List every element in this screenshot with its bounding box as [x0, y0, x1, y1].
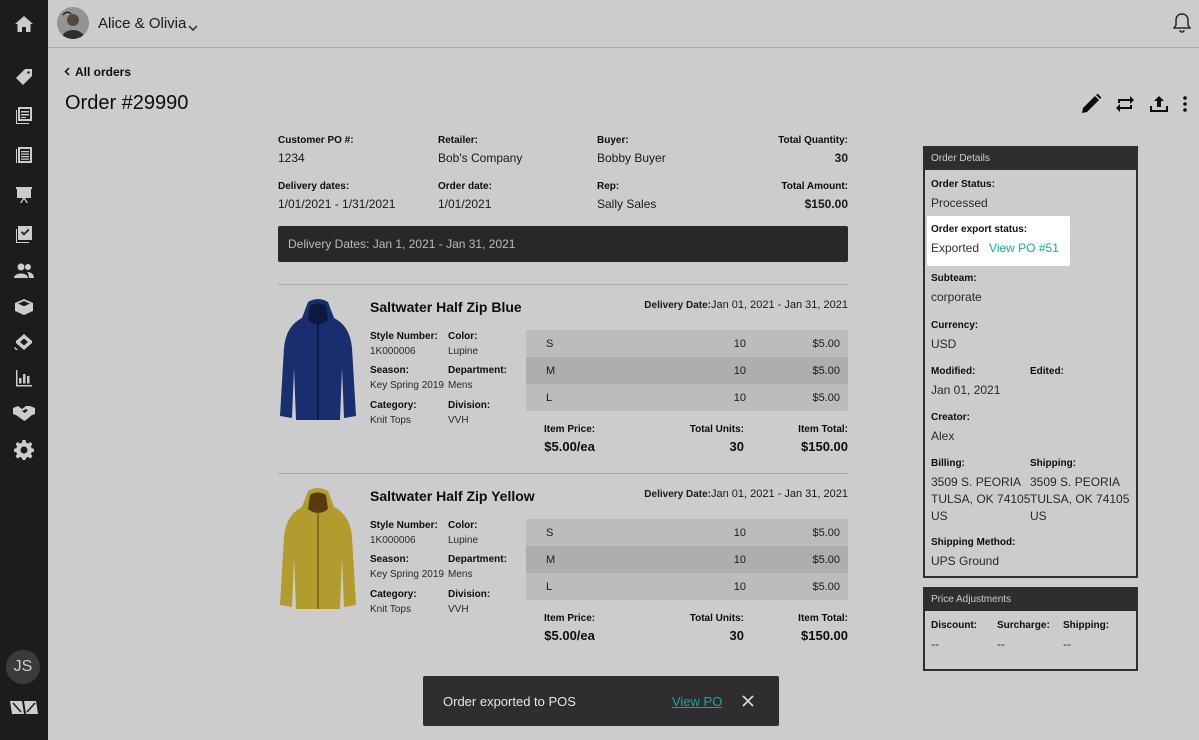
- page-title: Order #29990: [65, 92, 189, 114]
- order-date: Order date: 1/01/2021: [438, 181, 492, 211]
- size-breakdown: S 10 $5.00 M 10 $5.00 L 10 $5.00: [526, 330, 848, 411]
- analytics-icon[interactable]: [0, 364, 48, 392]
- color: Color: Lupine: [448, 331, 479, 357]
- checklist-icon[interactable]: [0, 220, 48, 248]
- view-po-link-highlighted[interactable]: View PO #51: [989, 241, 1059, 255]
- toast-message: Order exported to POS: [443, 693, 576, 709]
- size-row: S 10 $5.00: [526, 330, 848, 357]
- order-page: JS Alice & Olivia All orders Order #2999…: [0, 0, 1199, 740]
- department: Department: Mens: [448, 365, 507, 391]
- division: Division: VVH: [448, 400, 491, 426]
- size-row: M 10 $5.00: [526, 546, 848, 573]
- product-card: Saltwater Half Zip Yellow Delivery Date:…: [278, 473, 848, 653]
- more-options-icon[interactable]: [1181, 92, 1189, 116]
- buyer: Buyer: Bobby Buyer: [597, 135, 666, 165]
- season: Season: Key Spring 2019: [370, 554, 444, 580]
- back-link-label: All orders: [75, 65, 132, 79]
- size-breakdown: S 10 $5.00 M 10 $5.00 L 10 $5.00: [526, 519, 848, 600]
- users-icon[interactable]: [0, 257, 48, 285]
- retailer: Retailer: Bob's Company: [438, 135, 523, 165]
- brand-name[interactable]: Alice & Olivia: [98, 15, 186, 32]
- upload-icon[interactable]: [1147, 92, 1171, 116]
- item-total: Item Total: $150.00: [798, 424, 848, 454]
- top-bar: Alice & Olivia: [48, 0, 1199, 48]
- product-image[interactable]: [278, 298, 358, 424]
- customer-po: Customer PO #: 1234: [278, 135, 354, 165]
- style-number: Style Number: 1K000006: [370, 331, 438, 357]
- department: Department: Mens: [448, 554, 507, 580]
- total-amount: Total Amount: $150.00: [781, 181, 848, 211]
- product-delivery-date: Delivery Date:Jan 01, 2021 - Jan 31, 202…: [644, 299, 848, 311]
- size-row: M 10 $5.00: [526, 357, 848, 384]
- product-name: Saltwater Half Zip Blue: [370, 299, 522, 315]
- size-row: S 10 $5.00: [526, 519, 848, 546]
- size-row: L 10 $5.00: [526, 384, 848, 411]
- catalog-icon[interactable]: [0, 101, 48, 129]
- order-export-status-highlighted: Order export status: Exported View PO #5…: [931, 224, 1059, 255]
- promotions-icon[interactable]: [0, 328, 48, 356]
- style-number: Style Number: 1K000006: [370, 520, 438, 546]
- gear-icon[interactable]: [0, 436, 48, 464]
- tag-icon[interactable]: [0, 63, 48, 91]
- header-actions: [1079, 92, 1189, 116]
- home-icon[interactable]: [0, 0, 48, 48]
- linesheet-icon[interactable]: [0, 141, 48, 169]
- season: Season: Key Spring 2019: [370, 365, 444, 391]
- billing-address: Billing: 3509 S. PEORIA TULSA, OK 74105 US: [931, 458, 1031, 523]
- category: Category: Knit Tops: [370, 589, 417, 615]
- item-price: Item Price: $5.00/ea: [544, 613, 596, 643]
- shipping-method: Shipping Method: UPS Ground: [931, 537, 1016, 568]
- order-status: Order Status: Processed: [931, 179, 995, 210]
- brand-avatar[interactable]: [57, 7, 89, 39]
- total-units: Total Units: 30: [689, 424, 744, 454]
- surcharge: Surcharge: --: [997, 620, 1050, 651]
- product-image[interactable]: [278, 487, 358, 613]
- price-adjustments-title: Price Adjustments: [925, 589, 1136, 611]
- size-row: L 10 $5.00: [526, 573, 848, 600]
- chevron-left-icon: [64, 65, 70, 79]
- color: Color: Lupine: [448, 520, 479, 546]
- order-details-title: Order Details: [925, 148, 1136, 170]
- presentation-icon[interactable]: [0, 181, 48, 209]
- toast-view-po-link[interactable]: View PO: [672, 694, 732, 709]
- handshake-icon[interactable]: [0, 399, 48, 427]
- export-status-highlight: Order export status: Exported View PO #5…: [927, 216, 1070, 266]
- sync-icon[interactable]: [1113, 92, 1137, 116]
- item-total: Item Total: $150.00: [798, 613, 848, 643]
- item-price: Item Price: $5.00/ea: [544, 424, 596, 454]
- shipping-address: Shipping: 3509 S. PEORIA TULSA, OK 74105 U…: [1030, 458, 1130, 523]
- logo-icon[interactable]: [9, 700, 39, 714]
- currency: Currency: USD: [931, 320, 979, 351]
- total-units: Total Units: 30: [689, 613, 744, 643]
- subteam: Subteam: corporate: [931, 273, 982, 304]
- delivery-dates-banner: Delivery Dates: Jan 1, 2021 - Jan 31, 20…: [278, 226, 848, 262]
- product-card: Saltwater Half Zip Blue Delivery Date:Ja…: [278, 284, 848, 464]
- edit-icon[interactable]: [1079, 92, 1103, 116]
- box-icon[interactable]: [0, 293, 48, 321]
- user-avatar[interactable]: JS: [6, 650, 40, 684]
- product-name: Saltwater Half Zip Yellow: [370, 488, 535, 504]
- back-to-orders-link[interactable]: All orders: [64, 65, 131, 79]
- product-delivery-date: Delivery Date:Jan 01, 2021 - Jan 31, 202…: [644, 488, 848, 500]
- sidebar: JS: [0, 0, 48, 740]
- edited: Edited:: [1030, 366, 1064, 377]
- rep: Rep: Sally Sales: [597, 181, 657, 211]
- total-quantity: Total Quantity: 30: [778, 135, 848, 165]
- toast-notification: Order exported to POS View PO: [423, 676, 779, 726]
- chevron-down-icon[interactable]: [188, 19, 198, 37]
- category: Category: Knit Tops: [370, 400, 417, 426]
- discount: Discount: --: [931, 620, 978, 651]
- modified: Modified: Jan 01, 2021: [931, 366, 1001, 397]
- delivery-dates: Delivery dates: 1/01/2021 - 1/31/2021: [278, 181, 396, 211]
- bell-icon[interactable]: [1172, 13, 1192, 38]
- division: Division: VVH: [448, 589, 491, 615]
- close-icon[interactable]: [736, 689, 760, 713]
- creator: Creator: Alex: [931, 412, 970, 443]
- shipping-adjustment: Shipping: --: [1063, 620, 1110, 651]
